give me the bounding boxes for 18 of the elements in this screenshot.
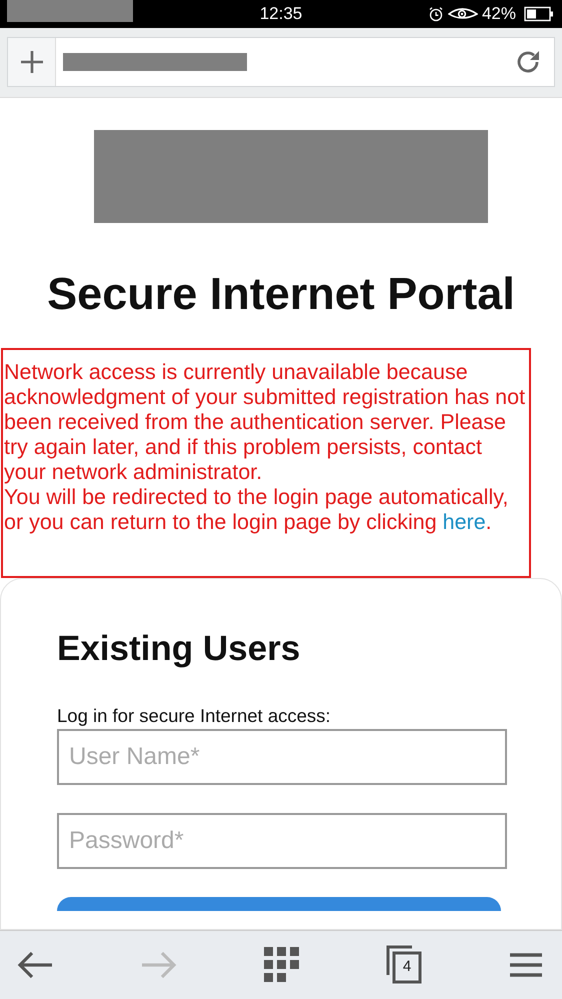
here-link[interactable]: here — [442, 510, 486, 534]
battery-icon — [524, 6, 554, 22]
card-heading: Existing Users — [57, 629, 302, 669]
back-icon[interactable] — [16, 950, 54, 980]
error-message: Network access is currently unavailable because acknowledgment of your submitted registration has not been received from the authentication server. Please try again later, and if this problem persists, contact your network administrator. — [4, 360, 526, 485]
grid-icon[interactable] — [264, 947, 300, 983]
alarm-icon — [428, 6, 444, 22]
plus-icon[interactable] — [8, 38, 56, 86]
menu-icon[interactable] — [510, 952, 542, 978]
input-field[interactable]: User Name* — [57, 729, 507, 785]
eye-icon — [448, 6, 478, 22]
battery-percent: 42% — [482, 4, 516, 24]
clock-time: 12:35 — [258, 4, 304, 24]
login-label: Log in for secure Internet access: — [57, 705, 332, 727]
page-title: Secure Internet Portal — [46, 268, 516, 320]
input-field[interactable]: Password* — [57, 813, 507, 869]
address-bar[interactable] — [7, 37, 555, 87]
redirect-message: You will be redirected to the login page automatically, or you can return to the login page by clicking here. — [4, 485, 510, 535]
